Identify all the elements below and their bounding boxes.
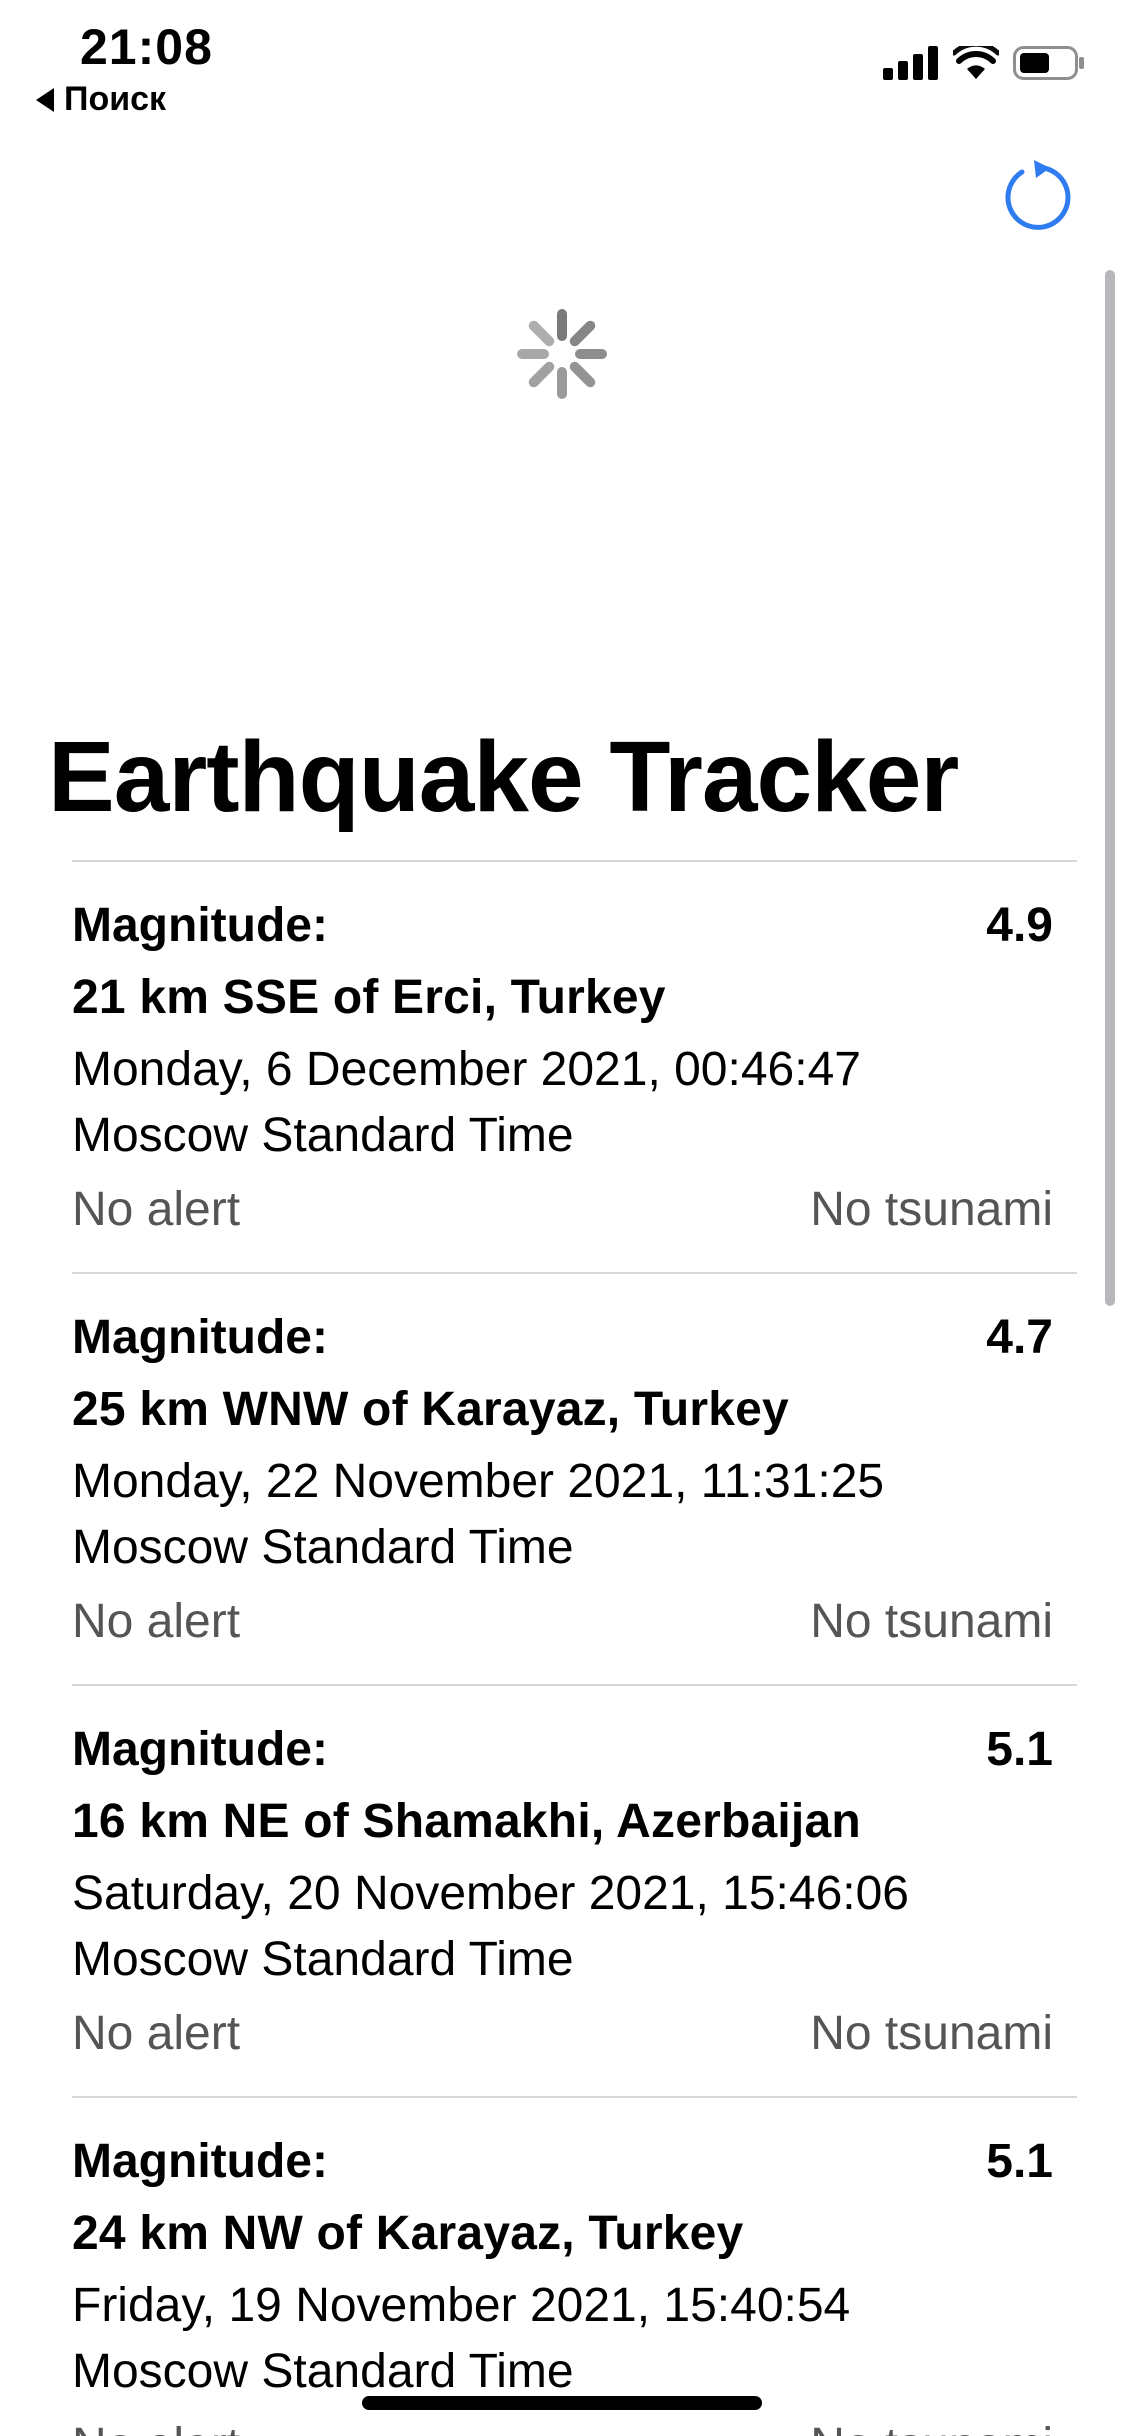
tsunami-status: No tsunami: [810, 1595, 1053, 1648]
quake-date: Monday, 6 December 2021, 00:46:47: [72, 1043, 861, 1096]
magnitude-label: Magnitude:: [72, 899, 328, 952]
cellular-signal-icon: [883, 46, 938, 80]
magnitude-label: Magnitude:: [72, 1311, 328, 1364]
alert-status: No alert: [72, 2007, 241, 2060]
page-title: Earthquake Tracker: [48, 721, 959, 833]
alert-status: No alert: [72, 1183, 241, 1236]
quake-place: 16 km NE of Shamakhi, Azerbaijan: [72, 1795, 861, 1848]
earthquake-row[interactable]: Magnitude: 4.9 21 km SSE of Erci, Turkey…: [72, 860, 1077, 1272]
earthquake-row[interactable]: Magnitude: 4.7 25 km WNW of Karayaz, Tur…: [72, 1272, 1077, 1684]
alert-status: No alert: [72, 2418, 240, 2436]
alert-status: No alert: [72, 1595, 241, 1648]
back-to-search-button[interactable]: Поиск: [36, 80, 166, 119]
back-label: Поиск: [64, 80, 167, 118]
magnitude-label: Magnitude:: [72, 2135, 328, 2188]
quake-timezone: Moscow Standard Time: [72, 1521, 574, 1574]
quake-timezone: Moscow Standard Time: [72, 2345, 574, 2398]
quake-place: 25 km WNW of Karayaz, Turkey: [72, 1383, 789, 1436]
tsunami-status: No tsunami: [810, 1183, 1053, 1236]
quake-timezone: Moscow Standard Time: [72, 1109, 574, 1162]
quake-date: Monday, 22 November 2021, 11:31:25: [72, 1455, 885, 1508]
tsunami-status: No tsunami: [810, 2418, 1053, 2436]
magnitude-value: 5.1: [986, 2135, 1053, 2188]
magnitude-label: Magnitude:: [72, 1723, 328, 1776]
earthquake-row[interactable]: Magnitude: 5.1 16 km NE of Shamakhi, Aze…: [72, 1684, 1077, 2096]
magnitude-value: 4.9: [986, 899, 1053, 952]
status-icons: [883, 46, 1085, 80]
status-time: 21:08: [80, 19, 213, 75]
back-arrow-icon: [36, 87, 54, 112]
magnitude-value: 5.1: [986, 1723, 1053, 1776]
earthquake-row[interactable]: Magnitude: 5.1 24 km NW of Karayaz, Turk…: [72, 2096, 1077, 2436]
tsunami-status: No tsunami: [810, 2007, 1053, 2060]
quake-place: 21 km SSE of Erci, Turkey: [72, 971, 666, 1024]
battery-icon: [1013, 46, 1084, 80]
wifi-icon: [953, 46, 999, 79]
refresh-icon[interactable]: [1000, 160, 1076, 236]
quake-place: 24 km NW of Karayaz, Turkey: [72, 2207, 744, 2260]
quake-date: Saturday, 20 November 2021, 15:46:06: [72, 1867, 909, 1920]
earthquake-list[interactable]: Magnitude: 4.9 21 km SSE of Erci, Turkey…: [72, 860, 1077, 2436]
home-indicator[interactable]: [362, 2396, 762, 2410]
quake-date: Friday, 19 November 2021, 15:40:54: [72, 2279, 851, 2332]
magnitude-value: 4.7: [986, 1311, 1053, 1364]
activity-spinner-icon: [517, 309, 607, 399]
quake-timezone: Moscow Standard Time: [72, 1933, 574, 1986]
scrollbar[interactable]: [1105, 270, 1115, 1306]
